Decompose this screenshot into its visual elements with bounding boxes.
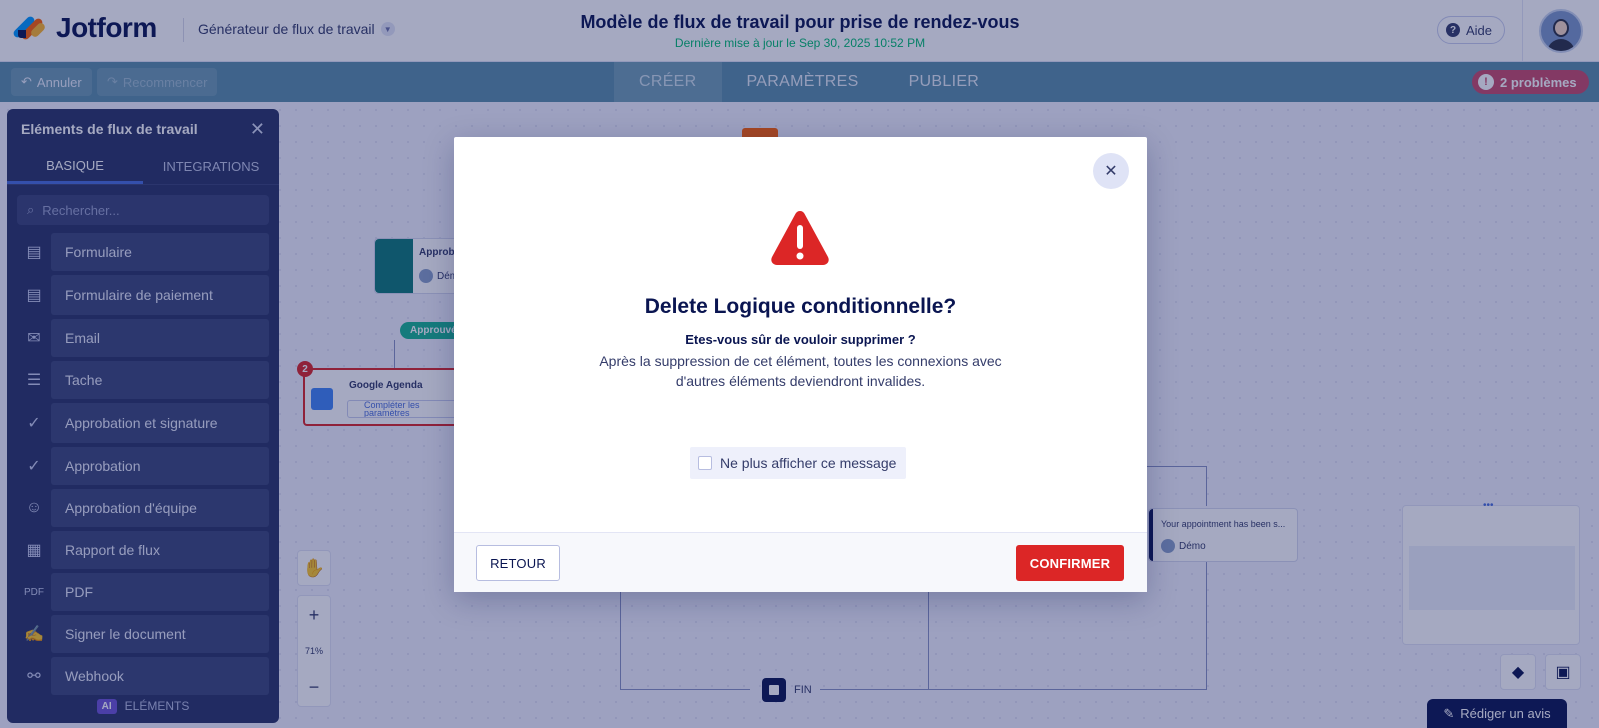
dialog-question: Etes-vous sûr de vouloir supprimer ? <box>685 332 916 347</box>
dialog-description: Après la suppression de cet élément, tou… <box>599 353 1002 389</box>
warning-icon <box>771 211 829 265</box>
dialog-title: Delete Logique conditionnelle? <box>644 295 957 318</box>
back-button[interactable]: RETOUR <box>476 545 560 581</box>
checkbox-label: Ne plus afficher ce message <box>720 455 897 471</box>
dialog-footer: RETOUR CONFIRMER <box>454 532 1147 592</box>
delete-confirm-dialog: ✕ Delete Logique conditionnelle? Etes-vo… <box>454 137 1147 592</box>
checkbox-box[interactable] <box>698 456 712 470</box>
close-icon[interactable]: ✕ <box>1093 153 1129 189</box>
confirm-button[interactable]: CONFIRMER <box>1016 545 1124 581</box>
dont-show-again-checkbox[interactable]: Ne plus afficher ce message <box>690 447 907 479</box>
